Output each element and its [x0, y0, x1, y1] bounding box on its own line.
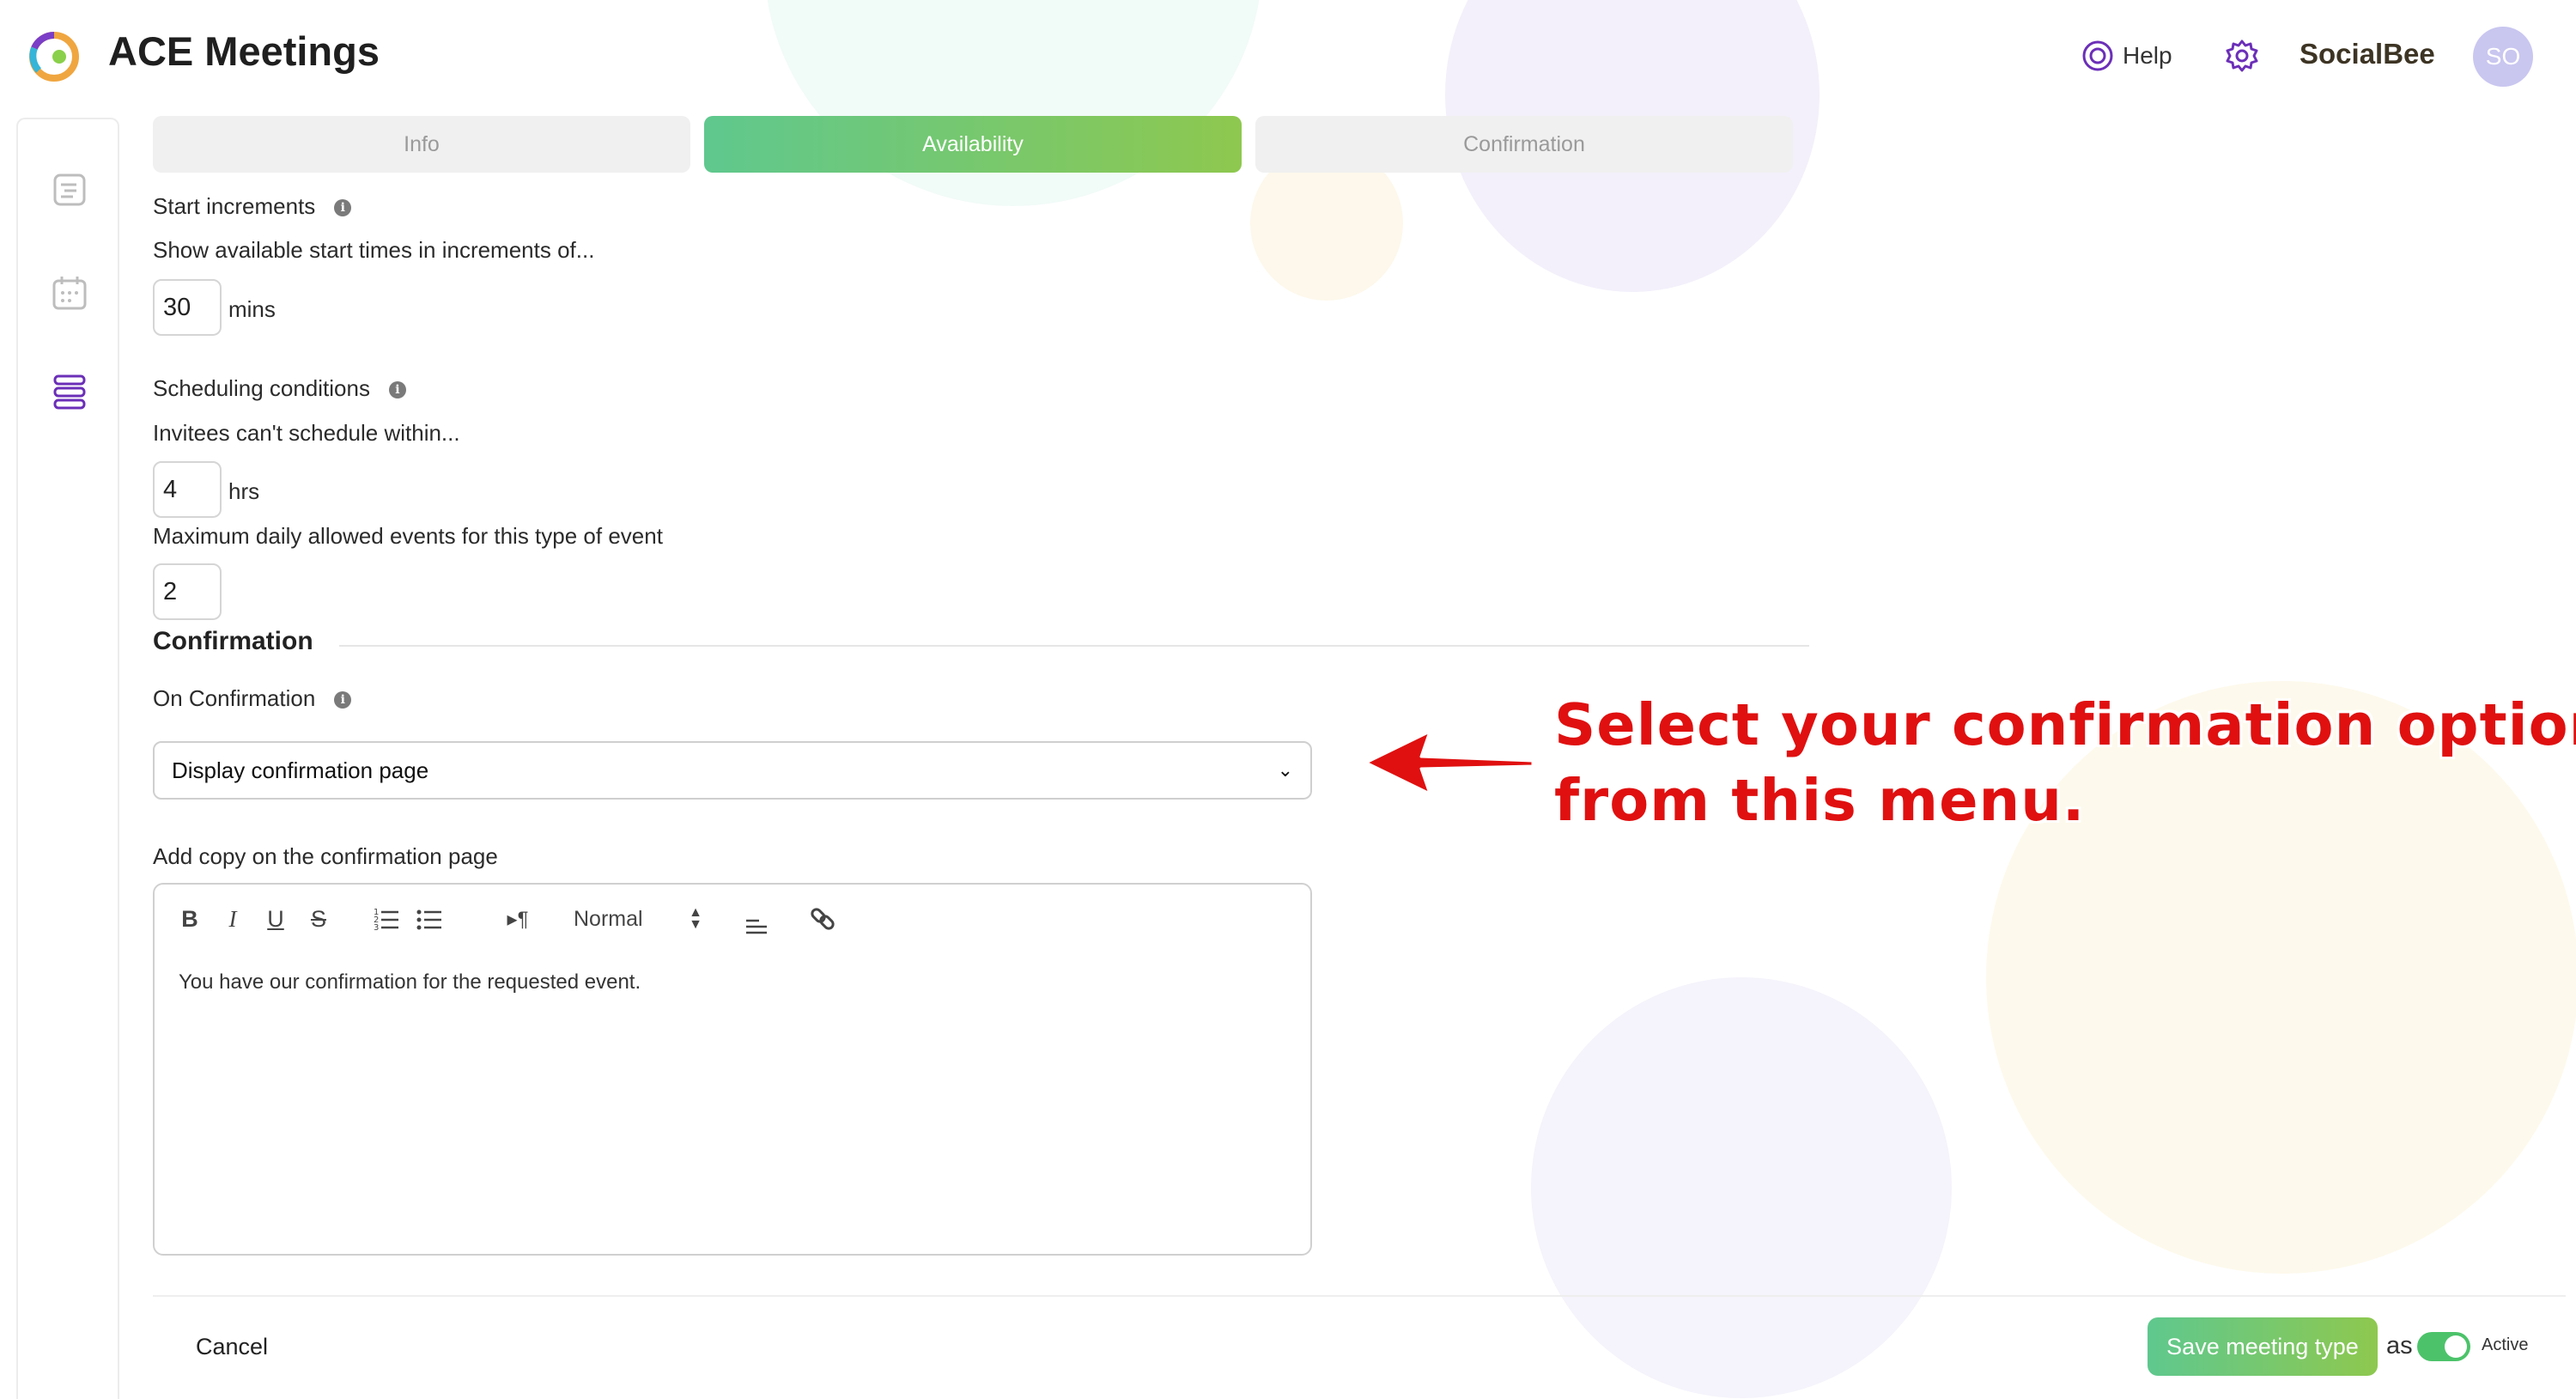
selected-option: Display confirmation page [172, 757, 429, 783]
left-sidebar [16, 118, 119, 1399]
as-label: as [2386, 1332, 2413, 1359]
chevron-down-icon: ⌄ [1277, 759, 1293, 781]
app-logo-icon [29, 31, 79, 82]
active-toggle[interactable] [2417, 1332, 2470, 1361]
cancel-button[interactable]: Cancel [196, 1334, 268, 1360]
align-icon[interactable] [744, 902, 769, 936]
underline-icon[interactable]: U [263, 902, 289, 936]
annotation-line-1: Select your confirmation option [1554, 691, 2576, 758]
scheduling-description: Invitees can't schedule within... [153, 420, 460, 446]
max-daily-events-label: Maximum daily allowed events for this ty… [153, 523, 663, 549]
brand-name: SocialBee [2300, 38, 2435, 70]
info-icon[interactable]: i [334, 199, 352, 217]
annotation-arrow-icon [1364, 730, 1534, 795]
footer-divider [153, 1295, 2566, 1297]
help-label: Help [2123, 42, 2172, 69]
active-label: Active [2482, 1335, 2529, 1354]
save-meeting-type-button[interactable]: Save meeting type [2148, 1317, 2378, 1376]
section-divider [339, 645, 1809, 647]
info-icon[interactable]: i [388, 381, 406, 399]
scheduling-unit: hrs [228, 478, 260, 504]
scheduling-hours-input[interactable] [153, 461, 222, 518]
on-confirmation-label: On Confirmation [153, 685, 316, 711]
user-avatar[interactable]: SO [2473, 27, 2533, 87]
confirmation-copy-label: Add copy on the confirmation page [153, 843, 498, 869]
scheduling-conditions-title: Scheduling conditions [153, 375, 370, 401]
bold-icon[interactable]: B [177, 902, 203, 936]
background-circle [1531, 977, 1952, 1398]
annotation-callout: Select your confirmation option from thi… [1554, 687, 2576, 838]
tab-availability[interactable]: Availability [704, 116, 1242, 173]
format-select[interactable]: Normal ▲ ▼ [574, 902, 702, 936]
calendar-icon[interactable] [51, 274, 88, 312]
ordered-list-icon[interactable]: 1 2 3 [373, 902, 400, 936]
background-circle [764, 0, 1262, 206]
start-increments-description: Show available start times in increments… [153, 237, 595, 263]
on-confirmation-select[interactable]: Display confirmation page ⌄ [153, 741, 1312, 800]
italic-icon[interactable]: I [220, 902, 246, 936]
info-icon[interactable]: i [334, 691, 352, 709]
text-direction-icon[interactable]: ▸¶ [503, 902, 532, 936]
settings-gear-icon[interactable] [2224, 38, 2260, 74]
list-icon[interactable] [51, 171, 88, 209]
app-title: ACE Meetings [108, 28, 380, 74]
bullet-list-icon[interactable] [416, 902, 443, 936]
max-daily-events-input[interactable] [153, 563, 222, 620]
tab-confirmation[interactable]: Confirmation [1255, 116, 1793, 173]
format-select-value: Normal [574, 906, 643, 931]
link-icon[interactable] [809, 902, 836, 936]
meeting-types-icon[interactable] [51, 373, 88, 411]
strikethrough-icon[interactable]: S [306, 902, 331, 936]
scheduling-conditions-heading: Scheduling conditions i [153, 375, 406, 402]
help-link[interactable]: Help [2081, 40, 2172, 72]
on-confirmation-heading: On Confirmation i [153, 685, 352, 712]
start-increments-input[interactable] [153, 279, 222, 336]
tab-info[interactable]: Info [153, 116, 690, 173]
rich-text-editor[interactable]: B I U S 1 2 3 ▸¶ Normal ▲ ▼ You have our… [153, 883, 1312, 1256]
start-increments-unit: mins [228, 296, 276, 322]
confirmation-section-title: Confirmation [153, 627, 313, 655]
toggle-knob [2445, 1335, 2467, 1358]
start-increments-title: Start increments [153, 193, 316, 219]
updown-chevron-icon: ▲ ▼ [689, 905, 702, 932]
editor-content[interactable]: You have our confirmation for the reques… [179, 970, 641, 995]
editor-toolbar: B I U S 1 2 3 ▸¶ Normal ▲ ▼ [177, 902, 1285, 936]
start-increments-heading: Start increments i [153, 193, 352, 220]
svg-text:3: 3 [374, 923, 379, 933]
annotation-line-2: from this menu. [1554, 767, 2086, 834]
help-icon [2082, 40, 2113, 71]
